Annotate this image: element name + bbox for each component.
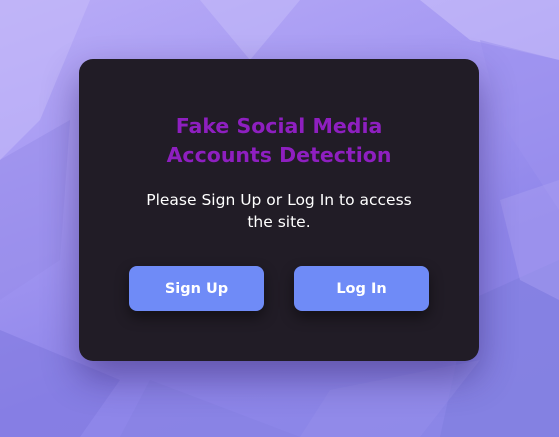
welcome-message: Please Sign Up or Log In to access the s… <box>146 191 412 231</box>
log-in-button[interactable]: Log In <box>294 266 429 311</box>
sign-up-button[interactable]: Sign Up <box>129 266 264 311</box>
page-title: Fake Social Media Accounts Detection <box>166 114 392 167</box>
welcome-card: Fake Social Media Accounts Detection Ple… <box>79 59 479 361</box>
